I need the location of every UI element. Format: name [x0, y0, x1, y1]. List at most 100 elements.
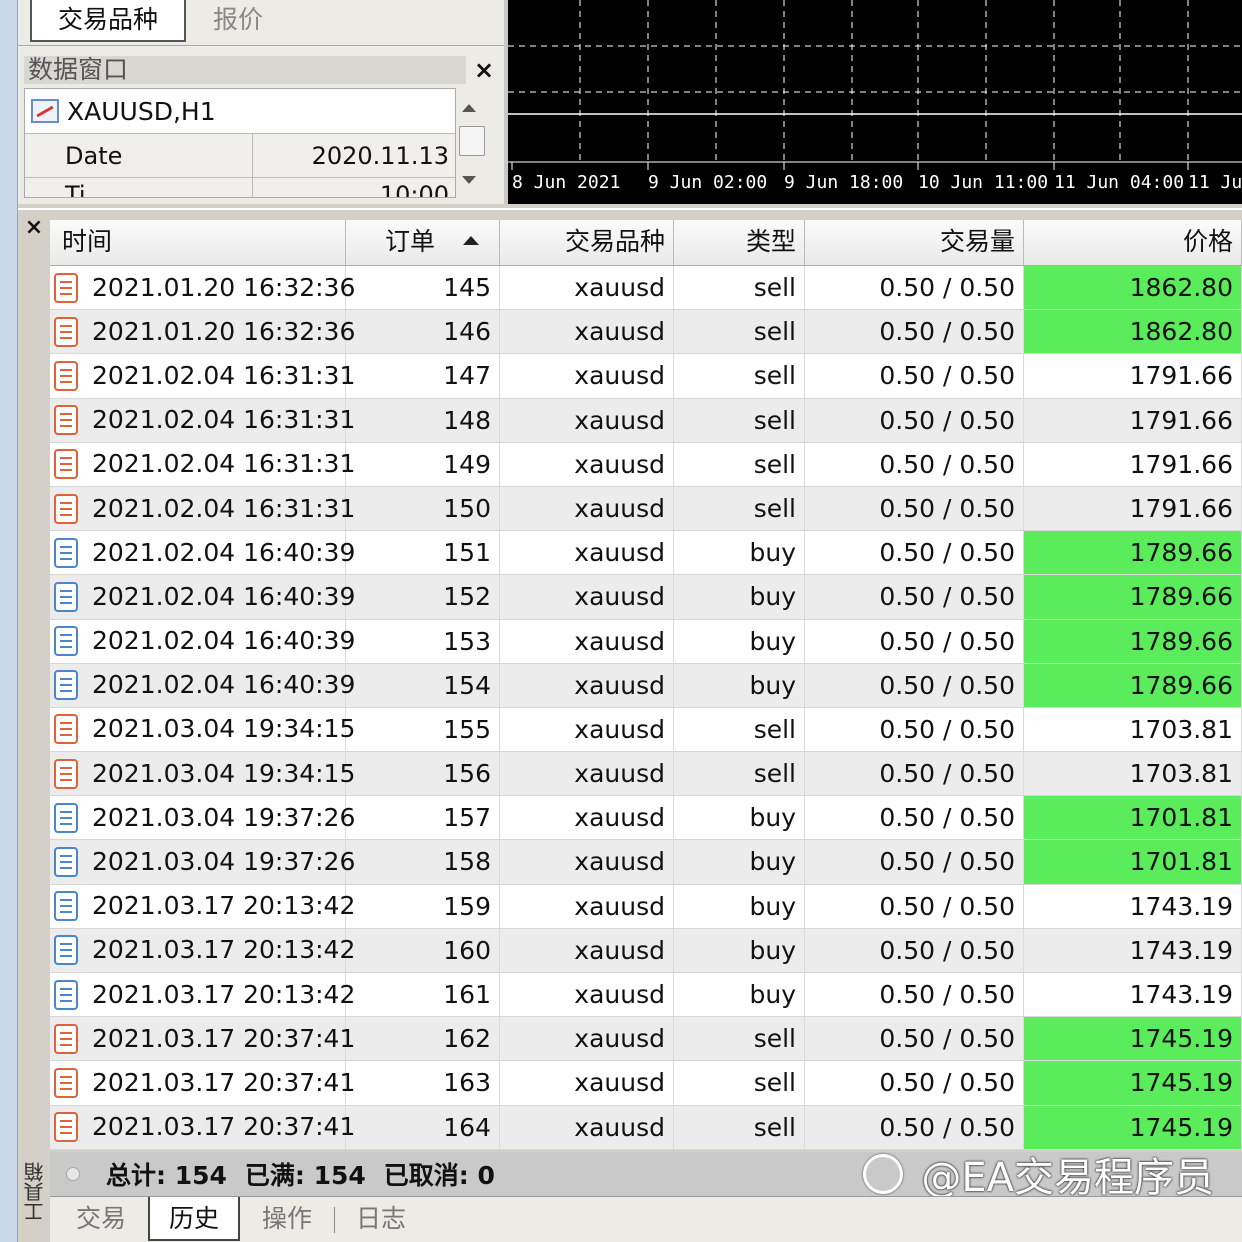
terminal-tabs: 交易 历史 操作 日志	[50, 1196, 1242, 1242]
cell-type: buy	[674, 884, 805, 928]
table-row[interactable]: 2021.01.20 16:32:36 146 xauusd sell 0.50 / 0…	[50, 310, 1242, 355]
cell-time: 2021.02.04 16:31:31	[50, 354, 355, 398]
summary-radio-icon[interactable]	[66, 1167, 80, 1181]
cell-order: 149	[346, 442, 500, 486]
cell-time-text: 2021.03.04 19:34:15	[92, 714, 356, 744]
cell-price: 1701.81	[1024, 840, 1242, 884]
data-window-close-button[interactable]: ×	[470, 56, 498, 84]
cell-type: buy	[674, 531, 805, 575]
cell-order: 162	[346, 1017, 500, 1061]
scroll-up-arrow-icon[interactable]	[462, 104, 476, 112]
left-dock-strip	[0, 0, 18, 1242]
tab-quotes[interactable]: 报价	[188, 0, 288, 42]
column-header-price[interactable]: 价格	[1024, 220, 1242, 265]
table-row[interactable]: 2021.03.17 20:37:41 162 xauusd sell 0.50 / 0…	[50, 1017, 1242, 1062]
cell-time: 2021.02.04 16:31:31	[50, 486, 355, 531]
cell-price: 1745.19	[1024, 1061, 1242, 1105]
table-row[interactable]: 2021.03.04 19:37:26 157 xauusd buy 0.50 / 0.…	[50, 796, 1242, 841]
cell-volume: 0.50 / 0.50	[805, 1017, 1024, 1061]
table-row[interactable]: 2021.01.20 16:32:36 145 xauusd sell 0.50 / 0…	[50, 266, 1242, 311]
data-window-row: Ti 10:00	[25, 177, 455, 197]
table-row[interactable]: 2021.03.04 19:34:15 155 xauusd sell 0.50 / 0…	[50, 707, 1242, 753]
cell-symbol: xauusd	[500, 442, 674, 486]
table-row[interactable]: 2021.03.04 19:37:26 158 xauusd buy 0.50 / 0.…	[50, 840, 1242, 885]
cell-price: 1703.81	[1024, 707, 1242, 752]
chart-time-label: 9 Jun 18:00	[784, 172, 903, 193]
table-row[interactable]: 2021.02.04 16:40:39 152 xauusd buy 0.50 / 0.…	[50, 575, 1242, 620]
cell-volume: 0.50 / 0.50	[805, 531, 1024, 575]
buy-order-icon	[54, 670, 78, 701]
summary-bar: 总计: 154 已满: 154 已取消: 0 @EA交易程序员	[50, 1152, 1242, 1201]
sell-order-icon	[54, 316, 78, 347]
column-header-order[interactable]: 订单	[346, 220, 500, 265]
table-row[interactable]: 2021.03.17 20:13:42 159 xauusd buy 0.50 / 0.…	[50, 884, 1242, 929]
table-row[interactable]: 2021.03.17 20:13:42 161 xauusd buy 0.50 / 0.…	[50, 973, 1242, 1018]
table-row[interactable]: 2021.02.04 16:40:39 154 xauusd buy 0.50 / 0.…	[50, 663, 1242, 708]
cell-order: 148	[346, 398, 500, 442]
sell-order-icon	[54, 405, 78, 436]
table-row[interactable]: 2021.03.17 20:37:41 164 xauusd sell 0.50 / 0…	[50, 1105, 1242, 1150]
cell-type: buy	[674, 796, 805, 840]
cell-price: 1789.66	[1024, 531, 1242, 575]
column-header-time[interactable]: 时间	[50, 220, 346, 265]
cell-symbol: xauusd	[500, 1061, 674, 1105]
cell-order: 164	[346, 1105, 500, 1149]
table-row[interactable]: 2021.02.04 16:31:31 150 xauusd sell 0.50 / 0…	[50, 486, 1242, 532]
cell-price: 1701.81	[1024, 796, 1242, 840]
tab-trade[interactable]: 交易	[56, 1197, 146, 1241]
table-body: 2021.01.20 16:32:36 145 xauusd sell 0.50 / 0…	[50, 266, 1242, 1150]
cell-symbol: xauusd	[500, 354, 674, 398]
table-row[interactable]: 2021.02.04 16:31:31 148 xauusd sell 0.50 / 0…	[50, 398, 1242, 443]
cell-symbol: xauusd	[500, 928, 674, 972]
cell-order: 157	[346, 796, 500, 840]
cell-time: 2021.02.04 16:40:39	[50, 575, 355, 619]
table-row[interactable]: 2021.02.04 16:31:31 147 xauusd sell 0.50 / 0…	[50, 354, 1242, 399]
scroll-thumb[interactable]	[459, 126, 485, 156]
sell-order-icon	[54, 1023, 78, 1054]
cell-type: buy	[674, 619, 805, 663]
terminal-close-button[interactable]: ×	[22, 216, 46, 240]
summary-total: 总计: 154	[106, 1161, 227, 1190]
chart-time-label: 11 Jun 04:00	[1054, 172, 1184, 193]
table-row[interactable]: 2021.03.17 20:13:42 160 xauusd buy 0.50 / 0.…	[50, 928, 1242, 973]
price-chart[interactable]: 8 Jun 2021 9 Jun 02:00 9 Jun 18:00 10 Jun 1…	[504, 0, 1242, 204]
cell-symbol: xauusd	[500, 707, 674, 752]
cell-time: 2021.01.20 16:32:36	[50, 310, 355, 354]
chart-time-label: 10 Jun 11:00	[918, 172, 1048, 193]
cell-order: 154	[346, 663, 500, 707]
toolbox-vertical-label: 工具箱	[18, 1162, 48, 1242]
sell-order-icon	[54, 714, 78, 745]
table-row[interactable]: 2021.03.04 19:34:15 156 xauusd sell 0.50 / 0…	[50, 752, 1242, 797]
sell-order-icon	[54, 493, 78, 524]
tab-separator	[334, 1207, 335, 1233]
data-window-scrollbar[interactable]	[456, 92, 488, 196]
data-window-value: 10:00	[379, 181, 449, 197]
cell-time: 2021.02.04 16:31:31	[50, 442, 355, 486]
summary-cancelled: 已取消: 0	[383, 1161, 495, 1190]
data-window-symbol-row: XAUUSD,H1	[25, 89, 455, 133]
table-row[interactable]: 2021.03.17 20:37:41 163 xauusd sell 0.50 / 0…	[50, 1061, 1242, 1106]
data-window-value: 2020.11.13	[311, 142, 449, 170]
cell-time: 2021.03.04 19:37:26	[50, 796, 355, 840]
cell-time-text: 2021.03.17 20:37:41	[92, 1112, 356, 1142]
scroll-down-arrow-icon[interactable]	[462, 176, 476, 184]
table-row[interactable]: 2021.02.04 16:40:39 153 xauusd buy 0.50 / 0.…	[50, 619, 1242, 664]
cell-price: 1791.66	[1024, 486, 1242, 531]
table-row[interactable]: 2021.02.04 16:40:39 151 xauusd buy 0.50 / 0.…	[50, 531, 1242, 576]
tab-operations[interactable]: 操作	[242, 1197, 332, 1241]
cell-symbol: xauusd	[500, 531, 674, 575]
chart-time-label: 11 Jun	[1188, 172, 1242, 193]
cell-symbol: xauusd	[500, 310, 674, 354]
cell-time-text: 2021.01.20 16:32:36	[92, 316, 356, 346]
column-header-volume[interactable]: 交易量	[805, 220, 1024, 265]
tab-history[interactable]: 历史	[148, 1197, 240, 1241]
column-header-symbol[interactable]: 交易品种	[500, 220, 674, 265]
watermark-text: @EA交易程序员	[921, 1155, 1214, 1201]
data-window-title: 数据窗口	[24, 56, 466, 84]
column-header-type[interactable]: 类型	[674, 220, 805, 265]
cell-time-text: 2021.03.04 19:34:15	[92, 758, 356, 788]
tab-symbols[interactable]: 交易品种	[30, 0, 186, 42]
table-row[interactable]: 2021.02.04 16:31:31 149 xauusd sell 0.50 / 0…	[50, 442, 1242, 487]
cell-volume: 0.50 / 0.50	[805, 928, 1024, 972]
tab-journal[interactable]: 日志	[336, 1197, 426, 1241]
